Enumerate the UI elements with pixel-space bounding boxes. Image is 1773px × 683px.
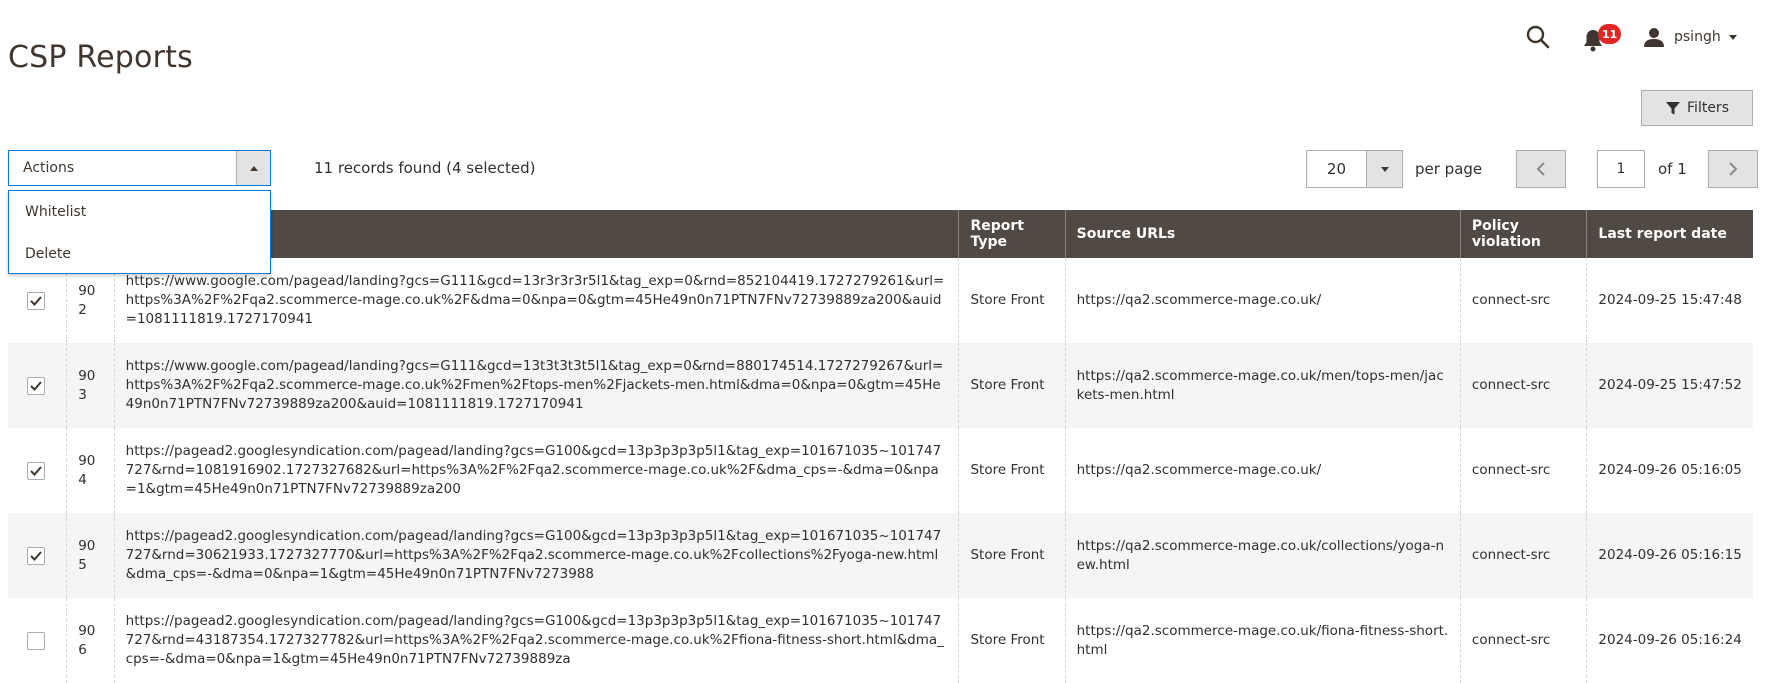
row-date: 2024-09-26 05:16:15 bbox=[1586, 513, 1753, 598]
row-date: 2024-09-25 15:47:48 bbox=[1586, 258, 1753, 343]
notifications-button[interactable]: 11 bbox=[1582, 22, 1622, 52]
check-icon bbox=[30, 295, 42, 306]
row-id: 906 bbox=[66, 598, 115, 683]
row-policy: connect-src bbox=[1459, 428, 1587, 513]
header-last-report-date[interactable]: Last report date bbox=[1586, 210, 1753, 258]
chevron-right-icon bbox=[1729, 162, 1738, 176]
row-report-type: Store Front bbox=[958, 428, 1066, 513]
row-report-type: Store Front bbox=[958, 598, 1066, 683]
row-report-type: Store Front bbox=[958, 343, 1066, 428]
previous-page-button[interactable] bbox=[1516, 150, 1566, 188]
check-icon bbox=[30, 465, 42, 476]
row-blocked-uri: https://www.google.com/pagead/landing?gc… bbox=[113, 343, 959, 428]
page-title: CSP Reports bbox=[8, 40, 193, 76]
row-blocked-uri: https://pagead2.googlesyndication.com/pa… bbox=[113, 513, 959, 598]
user-icon bbox=[1644, 28, 1664, 47]
row-checkbox[interactable] bbox=[27, 546, 45, 565]
notification-count-badge: 11 bbox=[1598, 24, 1622, 44]
filters-label: Filters bbox=[1687, 100, 1729, 116]
search-icon bbox=[1526, 25, 1550, 49]
filter-icon bbox=[1666, 102, 1681, 115]
actions-label: Actions bbox=[23, 160, 75, 176]
row-checkbox[interactable] bbox=[27, 376, 45, 395]
header-source-urls[interactable]: Source URLs bbox=[1064, 210, 1461, 258]
row-policy: connect-src bbox=[1459, 343, 1587, 428]
row-report-type: Store Front bbox=[958, 513, 1066, 598]
row-report-type: Store Front bbox=[958, 258, 1066, 343]
reports-table: Report Type Source URLs Policy violation… bbox=[8, 210, 1753, 683]
per-page-arrow[interactable] bbox=[1366, 151, 1402, 187]
actions-menu: Whitelist Delete bbox=[8, 190, 271, 274]
next-page-button[interactable] bbox=[1708, 150, 1758, 188]
row-id: 904 bbox=[66, 428, 115, 513]
chevron-left-icon bbox=[1536, 162, 1545, 176]
row-source-url: https://qa2.scommerce-mage.co.uk/collect… bbox=[1064, 513, 1461, 598]
actions-dropdown[interactable]: Actions bbox=[8, 150, 271, 186]
row-checkbox[interactable] bbox=[27, 631, 45, 650]
user-account-menu[interactable]: psingh bbox=[1644, 24, 1737, 50]
per-page-label: per page bbox=[1415, 160, 1483, 178]
row-checkbox[interactable] bbox=[27, 461, 45, 480]
search-button[interactable] bbox=[1525, 24, 1551, 50]
header-policy-violation[interactable]: Policy violation bbox=[1459, 210, 1587, 258]
row-blocked-uri: https://pagead2.googlesyndication.com/pa… bbox=[113, 598, 959, 683]
table-row: 905 https://pagead2.googlesyndication.co… bbox=[8, 513, 1753, 598]
row-policy: connect-src bbox=[1459, 513, 1587, 598]
row-source-url: https://qa2.scommerce-mage.co.uk/ bbox=[1064, 428, 1461, 513]
page-total: of 1 bbox=[1658, 160, 1687, 178]
page-number-input[interactable]: 1 bbox=[1597, 150, 1645, 188]
row-source-url: https://qa2.scommerce-mage.co.uk/men/top… bbox=[1064, 343, 1461, 428]
filters-button[interactable]: Filters bbox=[1641, 90, 1753, 126]
row-date: 2024-09-25 15:47:52 bbox=[1586, 343, 1753, 428]
menu-item-delete[interactable]: Delete bbox=[9, 233, 270, 275]
records-count: 11 records found (4 selected) bbox=[314, 159, 536, 177]
user-name: psingh bbox=[1674, 29, 1721, 45]
row-checkbox[interactable] bbox=[27, 291, 45, 310]
row-date: 2024-09-26 05:16:24 bbox=[1586, 598, 1753, 683]
row-id: 903 bbox=[66, 343, 115, 428]
check-icon bbox=[30, 550, 42, 561]
row-source-url: https://qa2.scommerce-mage.co.uk/fiona-f… bbox=[1064, 598, 1461, 683]
chevron-down-icon bbox=[1380, 166, 1389, 172]
row-policy: connect-src bbox=[1459, 258, 1587, 343]
table-row: 903 https://www.google.com/pagead/landin… bbox=[8, 343, 1753, 428]
table-row: 906 https://pagead2.googlesyndication.co… bbox=[8, 598, 1753, 683]
chevron-up-icon bbox=[249, 165, 258, 171]
check-icon bbox=[30, 380, 42, 391]
row-id: 905 bbox=[66, 513, 115, 598]
chevron-down-icon bbox=[1728, 34, 1737, 40]
actions-arrow[interactable] bbox=[236, 151, 270, 185]
table-row: 904 https://pagead2.googlesyndication.co… bbox=[8, 428, 1753, 513]
per-page-value: 20 bbox=[1326, 160, 1347, 178]
menu-item-whitelist[interactable]: Whitelist bbox=[9, 191, 270, 233]
row-date: 2024-09-26 05:16:05 bbox=[1586, 428, 1753, 513]
row-blocked-uri: https://pagead2.googlesyndication.com/pa… bbox=[113, 428, 959, 513]
row-policy: connect-src bbox=[1459, 598, 1587, 683]
per-page-select[interactable]: 20 bbox=[1306, 150, 1403, 188]
header-report-type[interactable]: Report Type bbox=[958, 210, 1066, 258]
row-source-url: https://qa2.scommerce-mage.co.uk/ bbox=[1064, 258, 1461, 343]
